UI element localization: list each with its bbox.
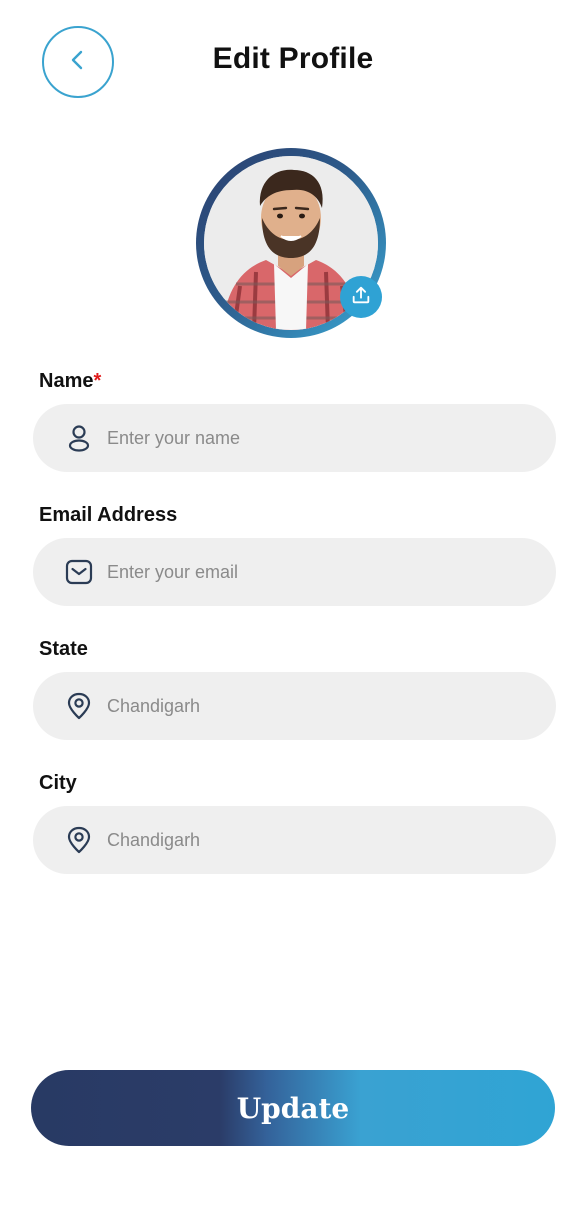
city-input[interactable] — [107, 829, 507, 851]
name-label-text: Name — [39, 370, 94, 392]
state-input[interactable] — [107, 695, 507, 717]
city-label: City — [39, 772, 77, 794]
upload-photo-button[interactable] — [340, 276, 382, 318]
update-button[interactable]: Update — [31, 1070, 555, 1146]
email-field[interactable] — [33, 538, 556, 606]
email-input[interactable] — [107, 561, 507, 583]
name-input[interactable] — [107, 427, 507, 449]
mail-icon — [65, 558, 93, 586]
upload-icon — [350, 284, 372, 311]
required-mark: * — [93, 370, 102, 392]
city-field[interactable] — [33, 806, 556, 874]
email-label: Email Address — [39, 504, 178, 526]
name-label: Name* — [39, 370, 101, 393]
state-label: State — [39, 638, 88, 660]
page-title: Edit Profile — [212, 42, 374, 75]
location-pin-icon — [65, 692, 93, 720]
profile-avatar — [196, 148, 386, 338]
location-pin-icon — [65, 826, 93, 854]
name-field[interactable] — [33, 404, 556, 472]
state-field[interactable] — [33, 672, 556, 740]
user-icon — [65, 424, 93, 452]
